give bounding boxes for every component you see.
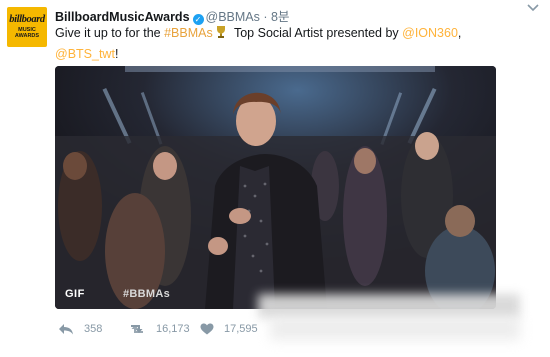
account-name[interactable]: BillboardMusicAwards — [55, 10, 190, 24]
blur-overlay — [258, 294, 520, 318]
tweet-text-part: Top Social Artist presented by — [230, 26, 403, 40]
heart-icon — [200, 323, 214, 335]
tweet-actions: 358 16,173 17,595 — [55, 320, 355, 338]
retweet-button[interactable]: 16,173 — [128, 320, 190, 338]
mention-link[interactable]: @BTS_twt — [55, 47, 115, 61]
retweet-count: 16,173 — [156, 323, 190, 335]
timestamp[interactable]: 8분 — [271, 10, 289, 24]
like-button[interactable]: 17,595 — [200, 320, 258, 338]
tweet-header: BillboardMusicAwards ✓ @BBMAs · 8분 — [55, 6, 290, 25]
tweet-text-part: , — [457, 26, 462, 40]
like-count: 17,595 — [224, 323, 258, 335]
hashtag-link[interactable]: #BBMAs — [164, 26, 213, 40]
trophy-icon — [216, 25, 226, 45]
mention-link[interactable]: @ION360 — [402, 26, 458, 40]
gif-frame — [55, 66, 496, 309]
reply-button[interactable]: 358 — [58, 320, 102, 338]
avatar-logo-text: billboard — [9, 14, 45, 25]
tweet-text: Give it up to for the #BBMAs Top Social … — [55, 24, 525, 64]
gif-media[interactable]: GIF #BBMAs — [55, 66, 496, 309]
tweet-text-part: Give it up to for the — [55, 26, 165, 40]
avatar-logo-subtext: MUSIC AWARDS — [14, 27, 40, 39]
video-hashtag-overlay: #BBMAs — [123, 288, 171, 300]
tweet-text-part: ! — [114, 47, 119, 61]
chevron-down-icon[interactable] — [526, 4, 540, 14]
reply-count: 358 — [84, 323, 103, 335]
reply-arrow-icon — [59, 324, 73, 335]
retweet-icon — [131, 325, 143, 333]
tweet: billboard MUSIC AWARDS BillboardMusicAwa… — [0, 0, 550, 357]
separator: · — [263, 10, 268, 24]
account-handle[interactable]: @BBMAs — [206, 10, 260, 24]
avatar[interactable]: billboard MUSIC AWARDS — [7, 7, 47, 47]
gif-badge: GIF — [65, 288, 85, 300]
